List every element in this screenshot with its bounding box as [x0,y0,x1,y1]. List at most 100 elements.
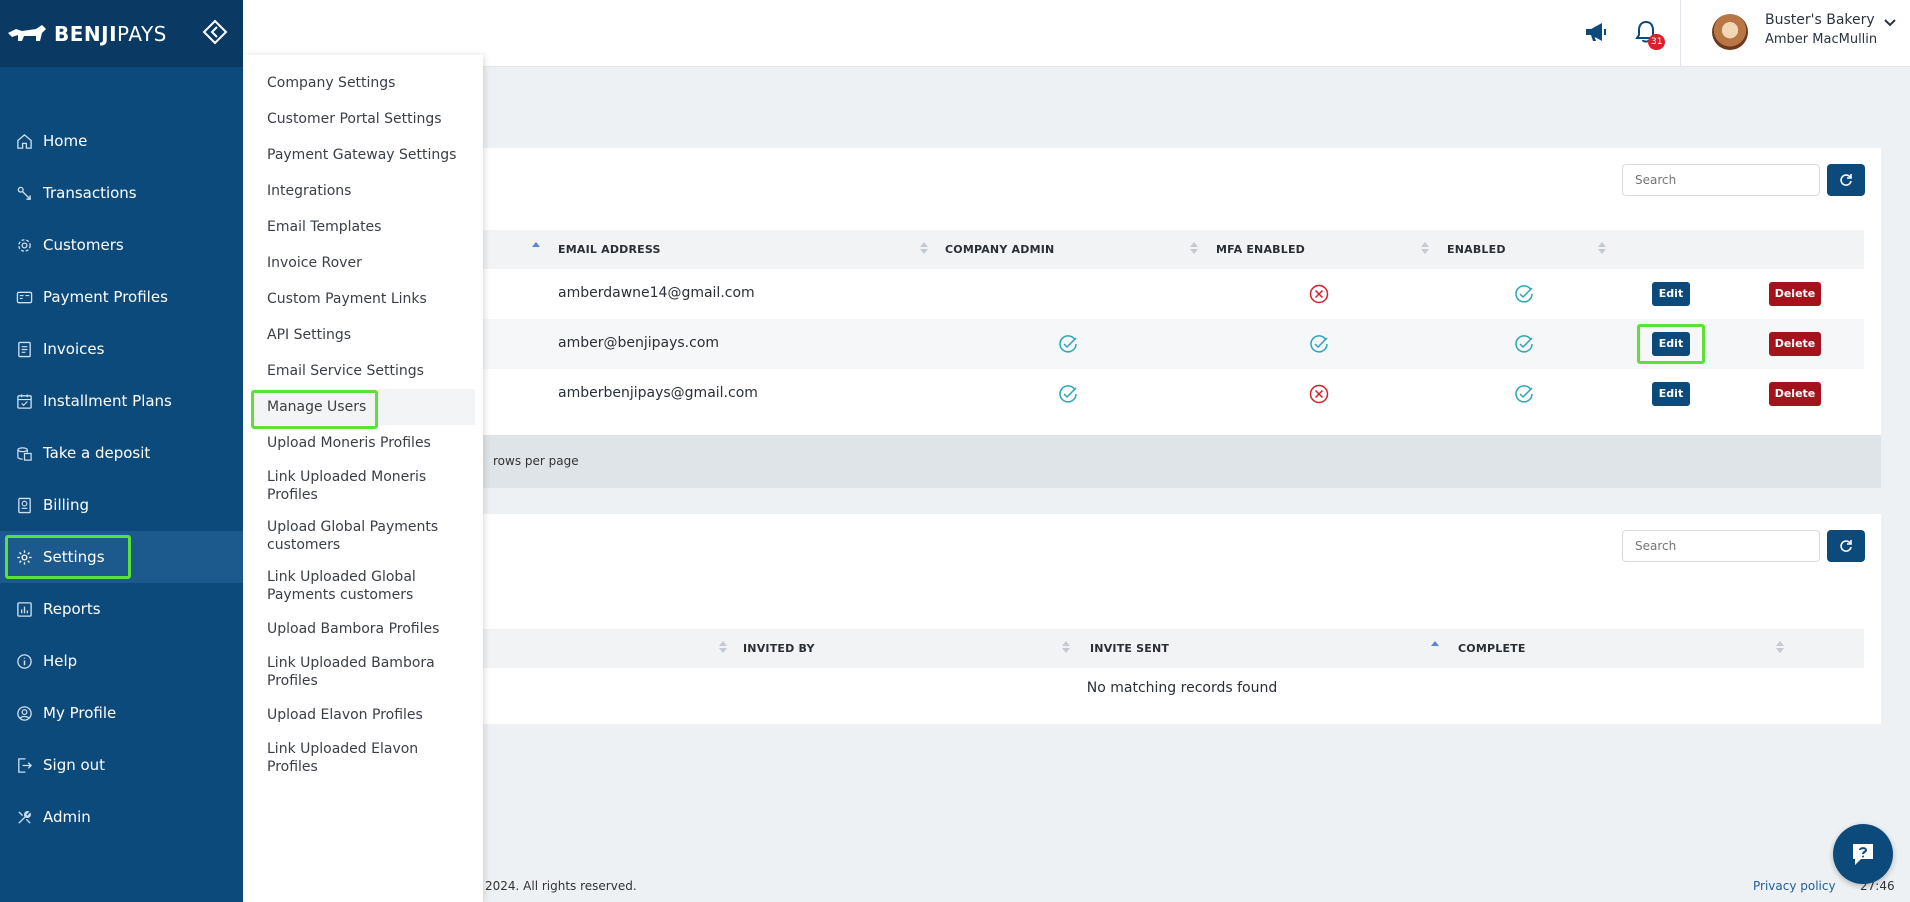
account-user-name[interactable]: Amber MacMullin [1765,32,1877,47]
menu-item-upload-bambora-profiles[interactable]: Upload Bambora Profiles [243,611,483,647]
info-icon [17,653,32,669]
manage-users-highlight [251,390,378,429]
sidebar-item-installment-plans[interactable]: Installment Plans [0,375,243,427]
sort-icon[interactable] [1062,640,1070,654]
column-header-enabled[interactable]: ENABLED [1447,243,1506,256]
delete-button[interactable]: Delete [1769,282,1821,306]
menu-item-upload-elavon-profiles[interactable]: Upload Elavon Profiles [243,697,483,733]
edit-button[interactable]: Edit [1652,282,1690,306]
sort-asc-icon[interactable] [532,241,540,255]
account-company-name[interactable]: Buster's Bakery [1765,12,1875,28]
check-circle-icon [1059,335,1077,353]
admin-icon [18,810,31,824]
column-header-mfa-enabled[interactable]: MFA ENABLED [1216,243,1305,256]
sidebar-item-label: Reports [43,600,101,618]
sidebar-item-help[interactable]: Help [0,635,243,687]
menu-item-invoice-rover[interactable]: Invoice Rover [243,245,483,281]
sidebar-item-reports[interactable]: Reports [0,583,243,635]
sidebar-item-take-a-deposit[interactable]: Take a deposit [0,427,243,479]
users-refresh-button[interactable] [1827,164,1865,196]
sidebar-item-label: My Profile [43,704,117,722]
menu-item-link-uploaded-global-payments-customers[interactable]: Link Uploaded Global Payments customers [243,561,483,611]
sidebar-item-billing[interactable]: Billing [0,479,243,531]
sidebar-item-transactions[interactable]: Transactions [0,167,243,219]
users-search-input[interactable] [1622,164,1820,196]
sort-icon[interactable] [1776,640,1784,654]
sidebar-item-label: Home [43,132,88,150]
sidebar-item-label: Payment Profiles [43,288,168,306]
sidebar-item-label: Customers [43,236,124,254]
edit-button[interactable]: Edit [1652,382,1690,406]
cross-circle-icon [1309,384,1329,404]
top-bar: 31 Buster's Bakery Amber MacMullin [243,0,1910,67]
sidebar-item-sign-out[interactable]: Sign out [0,739,243,791]
dog-logo-icon [8,24,46,41]
chat-help-icon [1853,844,1873,865]
menu-item-company-settings[interactable]: Company Settings [243,65,483,101]
invoices-icon [18,341,31,357]
menu-item-upload-moneris-profiles[interactable]: Upload Moneris Profiles [243,425,483,461]
sidebar: BENJI PAYS Home Transactions Customers Pa… [0,0,243,902]
check-circle-icon [1059,385,1077,403]
column-header-complete[interactable]: COMPLETE [1458,642,1526,655]
delete-button[interactable]: Delete [1769,332,1821,356]
settings-dropdown-menu: Company Settings Customer Portal Setting… [243,55,483,902]
reports-icon [17,601,32,617]
sidebar-item-label: Transactions [43,184,137,202]
avatar[interactable] [1712,14,1748,50]
sort-icon[interactable] [920,241,928,255]
chevron-down-icon[interactable] [1883,16,1897,30]
sidebar-item-invoices[interactable]: Invoices [0,323,243,375]
payment-profiles-icon [16,291,33,303]
brand-name-light: PAYS [117,21,167,46]
sidebar-item-settings[interactable]: Settings [0,531,243,583]
column-header-invited-by[interactable]: INVITED BY [743,642,815,655]
menu-item-link-uploaded-bambora-profiles[interactable]: Link Uploaded Bambora Profiles [243,647,483,697]
menu-item-link-uploaded-elavon-profiles[interactable]: Link Uploaded Elavon Profiles [243,733,483,783]
menu-item-link-uploaded-moneris-profiles[interactable]: Link Uploaded Moneris Profiles [243,461,483,511]
menu-item-email-templates[interactable]: Email Templates [243,209,483,245]
sidebar-item-my-profile[interactable]: My Profile [0,687,243,739]
megaphone-icon[interactable] [1582,18,1610,46]
menu-item-customer-portal-settings[interactable]: Customer Portal Settings [243,101,483,137]
edit-button[interactable]: Edit [1652,332,1690,356]
sidebar-item-home[interactable]: Home [0,115,243,167]
column-header-company-admin[interactable]: COMPANY ADMIN [945,243,1054,256]
sidebar-item-customers[interactable]: Customers [0,219,243,271]
menu-item-api-settings[interactable]: API Settings [243,317,483,353]
menu-item-custom-payment-links[interactable]: Custom Payment Links [243,281,483,317]
notification-badge: 31 [1648,34,1666,50]
menu-item-payment-gateway-settings[interactable]: Payment Gateway Settings [243,137,483,173]
help-chat-button[interactable] [1833,824,1893,884]
check-circle-icon [1310,335,1328,353]
menu-item-upload-global-payments-customers[interactable]: Upload Global Payments customers [243,511,483,561]
sort-icon[interactable] [719,640,727,654]
table-row: amberdawne14@gmail.com Edit Delete [483,269,1864,319]
sidebar-item-label: Help [43,652,78,670]
footer-copyright: 2024. All rights reserved. [485,879,637,893]
sidebar-item-payment-profiles[interactable]: Payment Profiles [0,271,243,323]
column-header-email[interactable]: EMAIL ADDRESS [558,243,661,256]
table-row: amberbenjipays@gmail.com Edit Delete [483,369,1864,419]
column-header-invite-sent[interactable]: INVITE SENT [1090,642,1169,655]
brand-logo[interactable]: BENJI PAYS [6,22,167,46]
deposit-icon [17,446,32,461]
sidebar-item-admin[interactable]: Admin [0,791,243,843]
invites-table-header: INVITED BY INVITE SENT COMPLETE [483,629,1864,668]
users-card: EMAIL ADDRESS COMPANY ADMIN MFA ENABLED … [483,148,1881,488]
privacy-policy-link[interactable]: Privacy policy [1753,879,1836,893]
menu-item-manage-users[interactable]: Manage Users [251,389,475,429]
menu-item-email-service-settings[interactable]: Email Service Settings [243,353,483,389]
home-icon [17,133,32,149]
sort-icon[interactable] [1598,241,1606,255]
menu-item-integrations[interactable]: Integrations [243,173,483,209]
delete-button[interactable]: Delete [1769,382,1821,406]
invites-refresh-button[interactable] [1827,530,1865,562]
collapse-sidebar-icon[interactable] [202,19,228,45]
invites-search-input[interactable] [1622,530,1820,562]
sort-icon[interactable] [1421,241,1429,255]
sort-icon[interactable] [1190,241,1198,255]
sort-asc-icon[interactable] [1431,640,1439,654]
refresh-icon [1840,174,1852,186]
cross-circle-icon [1309,284,1329,304]
